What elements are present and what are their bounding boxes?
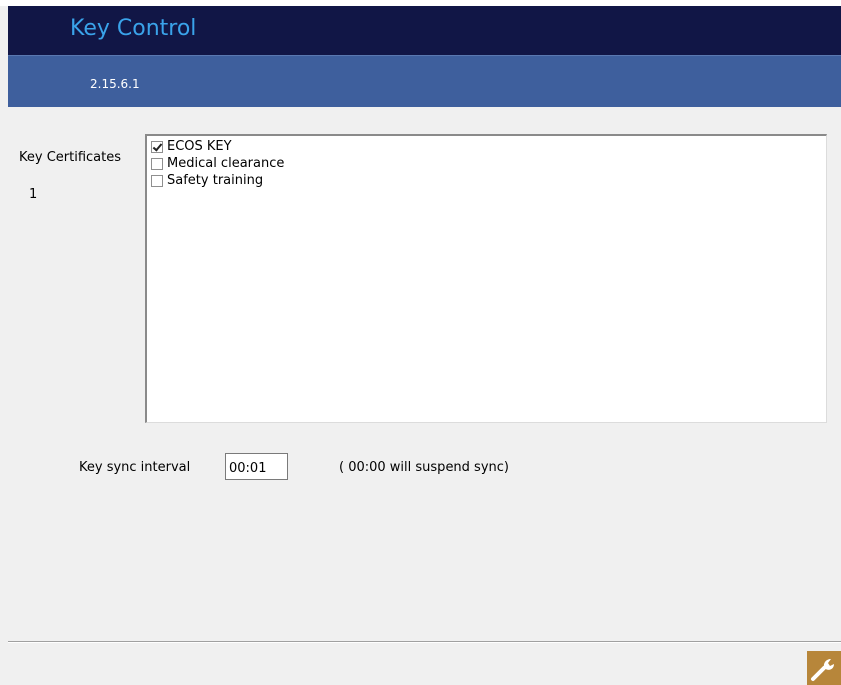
cert-checkbox[interactable] [151, 174, 163, 187]
sync-note: ( 00:00 will suspend sync) [339, 460, 509, 475]
cert-checkbox[interactable] [151, 140, 163, 153]
cert-item-ecos-key[interactable]: ECOS KEY [151, 138, 232, 155]
wrench-icon [811, 659, 834, 681]
cert-label: ECOS KEY [167, 139, 232, 154]
key-sync-interval-input[interactable] [225, 453, 288, 480]
certificate-count: 1 [29, 187, 38, 202]
key-certificates-label: Key Certificates [19, 150, 122, 165]
cert-item-medical-clearance[interactable]: Medical clearance [151, 155, 284, 172]
settings-button[interactable] [807, 651, 841, 685]
title-bar: Key Control [8, 6, 841, 55]
cert-checkbox[interactable] [151, 157, 163, 170]
cert-label: Safety training [167, 173, 264, 188]
key-sync-interval-label: Key sync interval [79, 460, 191, 475]
cert-item-safety-training[interactable]: Safety training [151, 172, 263, 189]
version-bar: 2.15.6.1 [8, 55, 841, 107]
app-title: Key Control [70, 16, 197, 41]
cert-label: Medical clearance [167, 156, 285, 171]
certificate-list[interactable]: ECOS KEY Medical clearance Safety traini… [145, 134, 827, 423]
footer-divider-highlight [8, 642, 841, 643]
version-label: 2.15.6.1 [90, 77, 140, 91]
